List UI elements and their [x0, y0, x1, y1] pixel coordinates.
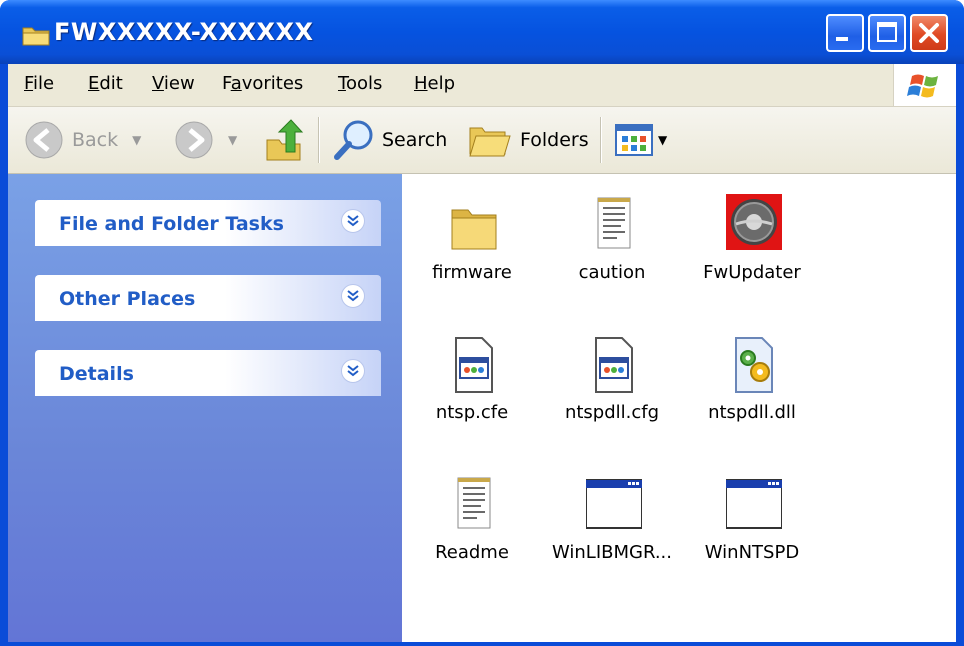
minimize-button[interactable] [826, 14, 864, 52]
window-app-icon [586, 479, 642, 529]
search-button[interactable]: Search [332, 117, 447, 163]
folder-icon [451, 209, 497, 250]
file-list: firmware caution FwUpdater ntsp.cfe ntsp… [402, 174, 956, 642]
forward-arrow-icon [175, 121, 213, 159]
menu-help[interactable]: Help [414, 73, 455, 94]
config-file-icon [595, 337, 633, 393]
forward-button[interactable]: ▼ [174, 117, 237, 163]
minimize-icon [836, 37, 848, 41]
file-item-firmware[interactable]: firmware [402, 186, 542, 306]
chevron-down-icon[interactable] [341, 284, 365, 308]
folders-button[interactable]: Folders [468, 117, 589, 163]
text-document-icon [457, 477, 491, 529]
title-bar[interactable]: FWXXXXX-XXXXXX [0, 0, 964, 64]
explorer-content: File and Folder Tasks Other Places Detai… [8, 174, 956, 642]
back-button[interactable]: Back ▼ [24, 117, 141, 163]
search-icon [334, 120, 373, 160]
window-app-icon [726, 479, 782, 529]
panel-file-folder-tasks[interactable]: File and Folder Tasks [35, 200, 381, 246]
views-button[interactable]: ▼ [614, 117, 667, 163]
views-icon [615, 124, 653, 156]
folder-icon [22, 27, 50, 46]
chevron-down-icon[interactable] [341, 359, 365, 383]
menu-favorites[interactable]: Favorites [222, 73, 303, 94]
file-item-caution[interactable]: caution [542, 186, 682, 306]
windows-flag-icon [907, 74, 938, 98]
file-item-ntspdll-cfg[interactable]: ntspdll.cfg [542, 326, 682, 446]
close-icon [919, 23, 939, 43]
window-title: FWXXXXX-XXXXXX [54, 18, 314, 46]
forward-dropdown-icon[interactable]: ▼ [228, 133, 237, 147]
application-icon [726, 194, 782, 250]
config-file-icon [455, 337, 493, 393]
panel-other-places[interactable]: Other Places [35, 275, 381, 321]
up-folder-button[interactable] [264, 117, 304, 163]
file-item-ntspdll-dll[interactable]: ntspdll.dll [682, 326, 822, 446]
dll-file-icon [735, 337, 773, 393]
menu-view[interactable]: View [152, 73, 195, 94]
explorer-window: FWXXXXX-XXXXXX File Edit View Favorites … [0, 0, 964, 646]
standard-toolbar: Back ▼ ▼ Search Folders ▼ [8, 107, 956, 174]
views-dropdown-icon[interactable]: ▼ [658, 133, 667, 147]
menu-bar: File Edit View Favorites Tools Help [8, 64, 956, 107]
window-body: File Edit View Favorites Tools Help Back… [8, 64, 956, 642]
task-pane: File and Folder Tasks Other Places Detai… [8, 174, 402, 642]
toolbar-separator [600, 117, 602, 163]
menu-tools[interactable]: Tools [338, 73, 382, 94]
file-item-readme[interactable]: Readme [402, 466, 542, 586]
toolbar-separator [318, 117, 320, 163]
file-item-fwupdater[interactable]: FwUpdater [682, 186, 822, 306]
file-item-winntspd[interactable]: WinNTSPD [682, 466, 822, 586]
up-folder-icon [266, 119, 304, 161]
folders-icon [469, 127, 511, 157]
panel-details[interactable]: Details [35, 350, 381, 396]
file-item-ntsp-cfe[interactable]: ntsp.cfe [402, 326, 542, 446]
back-arrow-icon [25, 121, 63, 159]
windows-logo [893, 64, 956, 106]
close-button[interactable] [910, 14, 948, 52]
maximize-icon [877, 22, 897, 42]
back-dropdown-icon[interactable]: ▼ [132, 133, 141, 147]
file-item-winlibmgr[interactable]: WinLIBMGR... [542, 466, 682, 586]
menu-file[interactable]: File [24, 73, 54, 94]
text-document-icon [597, 197, 631, 249]
chevron-down-icon[interactable] [341, 209, 365, 233]
maximize-button[interactable] [868, 14, 906, 52]
menu-edit[interactable]: Edit [88, 73, 123, 94]
